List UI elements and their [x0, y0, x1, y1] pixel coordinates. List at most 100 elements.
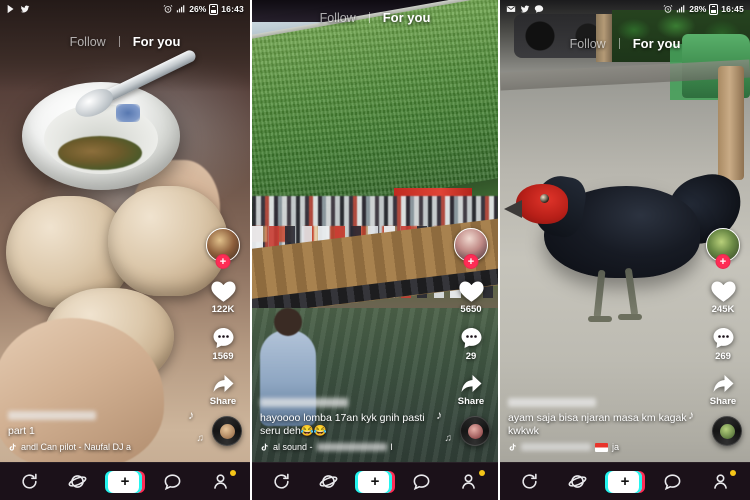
follow-plus-button-3[interactable]: +: [715, 254, 731, 269]
status-bar-3: 28% 16:45: [500, 0, 750, 18]
profile-badge-dot-3: [730, 469, 737, 476]
profile-person-icon[interactable]: [211, 472, 230, 491]
creator-avatar-2[interactable]: +: [454, 228, 488, 269]
share-arrow-icon[interactable]: [711, 373, 736, 395]
tab-following-3[interactable]: Follow: [570, 37, 606, 51]
like-count-2: 5650: [460, 304, 482, 315]
nav-home-1[interactable]: [13, 468, 47, 496]
chat-icon: [534, 5, 544, 13]
create-button-1[interactable]: +: [104, 470, 145, 493]
nav-discover-2[interactable]: [311, 468, 345, 496]
nav-profile-3[interactable]: [703, 468, 737, 496]
comment-action-1[interactable]: 1569: [211, 326, 236, 362]
battery-icon-1: [209, 3, 219, 15]
like-action-1[interactable]: 122K: [210, 278, 237, 315]
tab-for-you-1[interactable]: For you: [133, 34, 181, 49]
music-title-2: al sound -: [273, 442, 313, 452]
clock-time-3: 16:45: [721, 4, 744, 14]
creator-avatar-1[interactable]: +: [206, 228, 240, 269]
share-action-1[interactable]: Share: [210, 373, 236, 407]
battery-percent-1: 26%: [189, 4, 207, 14]
nav-create-2[interactable]: +: [354, 468, 395, 496]
comment-count-1: 1569: [212, 351, 234, 362]
comment-action-3[interactable]: 269: [711, 326, 736, 362]
inbox-message-icon[interactable]: [663, 472, 682, 491]
heart-icon[interactable]: [458, 278, 485, 303]
caption-block-2: hayoooo lomba 17an kyk gnih pasti seru d…: [260, 398, 446, 452]
share-arrow-icon[interactable]: [459, 373, 484, 395]
share-label-2: Share: [457, 396, 485, 407]
tab-for-you-3[interactable]: For you: [633, 36, 681, 51]
nav-create-1[interactable]: +: [104, 468, 145, 496]
like-count-3: 245K: [711, 304, 735, 315]
share-action-2[interactable]: Share: [458, 373, 484, 407]
heart-icon[interactable]: [210, 278, 237, 303]
like-action-3[interactable]: 245K: [710, 278, 737, 315]
profile-badge-dot-1: [230, 469, 237, 476]
comment-action-2[interactable]: 29: [459, 326, 484, 362]
signal-icon: [177, 5, 185, 13]
nav-inbox-1[interactable]: [156, 468, 190, 496]
tiktok-note-icon: [261, 443, 268, 451]
music-row-2[interactable]: al sound - l: [260, 442, 446, 452]
inbox-message-icon[interactable]: [163, 472, 182, 491]
bottom-nav-1: +: [0, 462, 250, 500]
share-action-3[interactable]: Share: [710, 373, 736, 407]
username-blurred-3: [508, 398, 596, 407]
tab-following-2[interactable]: Follow: [320, 11, 356, 25]
status-notification-icons-1: [6, 4, 30, 14]
follow-plus-button-2[interactable]: +: [463, 254, 479, 269]
nav-discover-1[interactable]: [60, 468, 94, 496]
nav-home-2[interactable]: [264, 468, 298, 496]
music-row-3[interactable]: ja: [508, 442, 698, 452]
creator-avatar-3[interactable]: +: [706, 228, 740, 269]
inbox-message-icon[interactable]: [412, 472, 431, 491]
rooster-foot-a: [588, 316, 612, 322]
home-refresh-icon[interactable]: [272, 472, 291, 491]
home-refresh-icon[interactable]: [20, 472, 39, 491]
tiktok-note-icon: [509, 443, 516, 451]
create-button-2[interactable]: +: [354, 470, 395, 493]
caption-text-3: ayam saja bisa njaran masa km kagak kwkw…: [508, 412, 687, 437]
tab-following-1[interactable]: Follow: [70, 35, 106, 49]
comment-bubble-icon[interactable]: [459, 326, 484, 350]
tab-separator: [118, 36, 120, 47]
music-title-blurred-2: [316, 443, 387, 451]
comment-bubble-icon[interactable]: [711, 326, 736, 350]
music-disc-label-3: [719, 423, 735, 439]
music-disc-2[interactable]: [460, 416, 490, 446]
nav-inbox-2[interactable]: [405, 468, 439, 496]
tab-separator: [368, 12, 370, 23]
nav-create-3[interactable]: +: [604, 468, 645, 496]
indonesia-flag-icon: [595, 442, 608, 452]
music-disc-3[interactable]: [712, 416, 742, 446]
profile-person-icon[interactable]: [459, 472, 478, 491]
discover-planet-icon[interactable]: [319, 472, 338, 491]
tab-for-you-2[interactable]: For you: [383, 10, 431, 25]
nav-home-3[interactable]: [513, 468, 547, 496]
music-disc-label-1: [219, 423, 235, 439]
create-button-3[interactable]: +: [604, 470, 645, 493]
phone-screenshot-3: 28% 16:45 Follow For you + 245K 269 Shar…: [500, 0, 750, 500]
home-refresh-icon[interactable]: [520, 472, 539, 491]
profile-person-icon[interactable]: [711, 472, 730, 491]
music-disc-1[interactable]: [212, 416, 242, 446]
nav-inbox-3[interactable]: [656, 468, 690, 496]
heart-icon[interactable]: [710, 278, 737, 303]
tiktok-screenshot-collage: 26% 16:43 Follow For you + 122K 1569 Sha…: [0, 0, 750, 500]
status-system-icons-1: 26% 16:43: [163, 3, 244, 15]
follow-plus-button-1[interactable]: +: [215, 254, 231, 269]
nav-discover-3[interactable]: [560, 468, 594, 496]
music-row-1[interactable]: andl Can pilot - Naufal DJ a: [8, 442, 198, 452]
comment-bubble-icon[interactable]: [211, 326, 236, 350]
discover-planet-icon[interactable]: [568, 472, 587, 491]
nav-profile-2[interactable]: [452, 468, 486, 496]
alarm-icon: [163, 4, 173, 13]
phone-screenshot-2: Follow For you + 5650 29 Share ♪ ♫ hayoo…: [250, 0, 500, 500]
discover-planet-icon[interactable]: [68, 472, 87, 491]
nav-profile-1[interactable]: [203, 468, 237, 496]
rooster-beak-shape: [504, 200, 522, 218]
comment-count-3: 269: [715, 351, 731, 362]
share-arrow-icon[interactable]: [211, 373, 236, 395]
like-action-2[interactable]: 5650: [458, 278, 485, 315]
